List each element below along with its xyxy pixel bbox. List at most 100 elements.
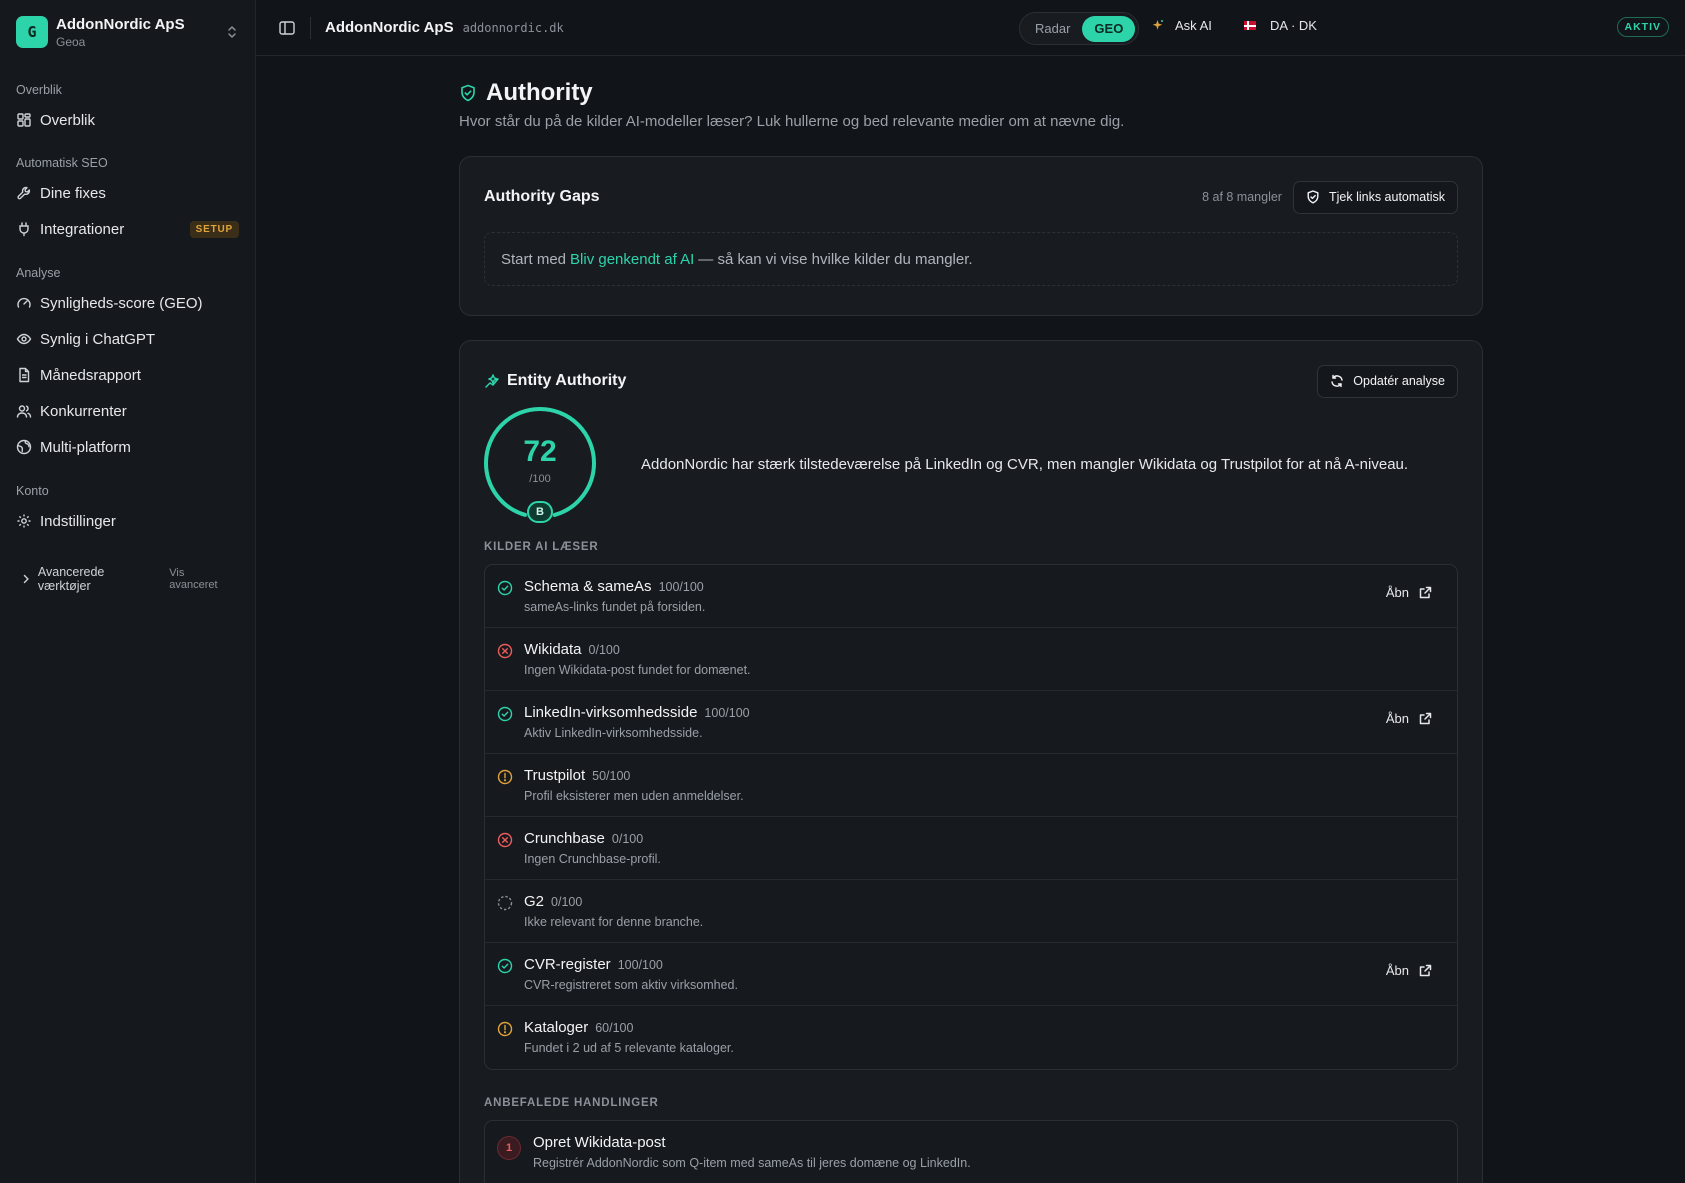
open-source-link[interactable]: Åbn xyxy=(1386,585,1433,600)
divider xyxy=(310,16,311,39)
org-switcher[interactable]: G AddonNordic ApS Geoa xyxy=(0,0,255,64)
source-row: Crunchbase 0/100 Ingen Crunchbase-profil. xyxy=(485,817,1457,880)
source-name: LinkedIn-virksomhedsside xyxy=(524,704,698,721)
advanced-tools-label: Avancerede værktøjer xyxy=(37,565,105,593)
gear-icon xyxy=(17,514,31,528)
update-analysis-label: Opdatér analyse xyxy=(1353,374,1445,388)
x-circle-icon xyxy=(497,832,513,848)
sidebar-item-label: Integrationer xyxy=(40,220,125,238)
sidebar-item-synligheds-score[interactable]: Synligheds-score (GEO) xyxy=(0,285,255,321)
page-header: Authority xyxy=(459,79,1483,107)
sidebar-item-maanedsrapport[interactable]: Månedsrapport xyxy=(0,357,255,393)
source-name: G2 xyxy=(524,893,545,910)
entity-authority-heading: Entity Authority xyxy=(484,372,626,390)
page-subtitle: Hvor står du på de kilder AI-modeller læ… xyxy=(459,113,1125,130)
ask-ai-button[interactable]: Ask AI xyxy=(1151,18,1212,33)
source-row: G2 0/100 Ikke relevant for denne branche. xyxy=(485,880,1457,943)
source-name: CVR-register xyxy=(524,956,611,973)
workspace-title: AddonNordic ApS xyxy=(325,19,454,36)
action-title: Opret Wikidata-post xyxy=(533,1134,666,1151)
check-links-label: Tjek links automatisk xyxy=(1328,190,1445,204)
dashed-circle-icon xyxy=(497,895,513,911)
ask-ai-label: Ask AI xyxy=(1175,18,1212,33)
source-row: Schema & sameAs 100/100 sameAs-links funde… xyxy=(485,565,1457,628)
page-title: Authority xyxy=(486,79,593,106)
shield-check-icon xyxy=(461,84,475,102)
gaps-empty-state: Start med Bliv genkendt af AI — så kan v… xyxy=(484,232,1458,286)
workspace-domain: addonnordic.dk xyxy=(462,20,564,35)
mode-switch: Radar GEO xyxy=(1019,12,1140,45)
topbar: AddonNordic ApS addonnordic.dk Radar GEO… xyxy=(256,0,1685,56)
source-row: Trustpilot 50/100 Profil eksisterer men ud… xyxy=(485,754,1457,817)
alert-circle-icon xyxy=(497,1021,513,1037)
action-desc: Registrér AddonNordic som Q-item med sam… xyxy=(533,1156,971,1170)
external-link-icon xyxy=(1409,585,1433,600)
open-label: Åbn xyxy=(1385,711,1409,726)
section-label-analyse: Analyse xyxy=(16,266,61,280)
segment-radar[interactable]: Radar xyxy=(1023,16,1082,42)
check-circle-icon xyxy=(497,958,513,974)
language-selector[interactable]: DA · DK xyxy=(1244,18,1317,33)
sidebar-item-dine-fixes[interactable]: Dine fixes xyxy=(0,175,255,211)
grid-icon xyxy=(17,113,31,127)
source-desc: Aktiv LinkedIn-virksomhedsside. xyxy=(524,726,703,740)
actions-label: ANBEFALEDE HANDLINGER xyxy=(484,1097,659,1109)
segment-geo[interactable]: GEO xyxy=(1082,15,1136,42)
score-summary: AddonNordic har stærk tilstedeværelse på… xyxy=(641,456,1409,473)
source-score: 0/100 xyxy=(551,895,583,909)
source-desc: Ingen Crunchbase-profil. xyxy=(524,852,661,866)
sidebar-item-integrationer[interactable]: Integrationer SETUP xyxy=(0,211,255,247)
source-desc: CVR-registreret som aktiv virksomhed. xyxy=(524,978,738,992)
danish-flag-icon xyxy=(1244,21,1256,30)
main-content: Authority Hvor står du på de kilder AI-m… xyxy=(459,56,1483,1183)
open-source-link[interactable]: Åbn xyxy=(1386,711,1433,726)
action-number: 1 xyxy=(497,1136,521,1160)
source-score: 0/100 xyxy=(611,832,644,846)
source-score: 100/100 xyxy=(617,958,663,972)
authority-gaps-card: Authority Gaps 8 af 8 mangler Tjek links… xyxy=(459,156,1483,316)
sidebar-item-label: Konkurrenter xyxy=(40,402,127,420)
sidebar-item-indstillinger[interactable]: Indstillinger xyxy=(0,503,255,539)
alert-circle-icon xyxy=(497,769,513,785)
open-source-link[interactable]: Åbn xyxy=(1386,963,1433,978)
authority-gaps-title: Authority Gaps xyxy=(484,188,600,205)
external-link-icon xyxy=(1409,711,1433,726)
org-sub: Geoa xyxy=(56,34,86,49)
refresh-icon xyxy=(1331,374,1343,388)
entity-authority-card: Entity Authority Opdatér analyse 72 /100… xyxy=(459,340,1483,1183)
source-score: 60/100 xyxy=(595,1021,634,1035)
source-row: CVR-register 100/100 CVR-registreret som a… xyxy=(485,943,1457,1006)
status-badge: AKTIV xyxy=(1616,17,1669,37)
source-desc: sameAs-links fundet på forsiden. xyxy=(524,600,706,614)
advanced-tools-toggle[interactable]: Avancerede værktøjer Vis avanceret xyxy=(0,565,255,593)
check-circle-icon xyxy=(497,706,513,722)
x-circle-icon xyxy=(497,643,513,659)
sidebar-toggle-icon[interactable] xyxy=(278,19,296,37)
check-links-button[interactable]: Tjek links automatisk xyxy=(1292,180,1458,214)
sidebar-item-label: Multi-platform xyxy=(40,438,131,456)
sidebar-item-konkurrenter[interactable]: Konkurrenter xyxy=(0,393,255,429)
plug-icon xyxy=(19,222,29,237)
become-recognized-link[interactable]: Bliv genkendt af AI xyxy=(570,251,694,268)
sidebar-item-label: Synligheds-score (GEO) xyxy=(40,294,203,312)
source-desc: Ikke relevant for denne branche. xyxy=(524,915,704,929)
source-desc: Ingen Wikidata-post fundet for domænet. xyxy=(524,663,751,677)
open-label: Åbn xyxy=(1385,585,1409,600)
wrench-icon xyxy=(17,186,31,200)
gauge-icon xyxy=(17,297,31,308)
sidebar-item-label: Månedsrapport xyxy=(40,366,141,384)
sidebar-item-synlig-i-chatgpt[interactable]: Synlig i ChatGPT xyxy=(0,321,255,357)
sidebar-item-multi-platform[interactable]: Multi-platform xyxy=(0,429,255,465)
section-label-overblik: Overblik xyxy=(16,83,62,97)
update-analysis-button[interactable]: Opdatér analyse xyxy=(1317,364,1458,398)
action-item[interactable]: 1 Opret Wikidata-post Registrér AddonNor… xyxy=(484,1120,1458,1183)
sidebar-item-overblik[interactable]: Overblik xyxy=(0,102,255,138)
source-score: 50/100 xyxy=(592,769,631,783)
users-icon xyxy=(16,405,32,418)
chevron-right-icon xyxy=(23,574,29,584)
sidebar-item-label: Dine fixes xyxy=(40,184,106,202)
show-advanced-link[interactable]: Vis avanceret xyxy=(169,567,235,591)
globe-icon xyxy=(16,439,32,455)
external-link-icon xyxy=(1409,963,1433,978)
source-score: 0/100 xyxy=(588,643,620,657)
